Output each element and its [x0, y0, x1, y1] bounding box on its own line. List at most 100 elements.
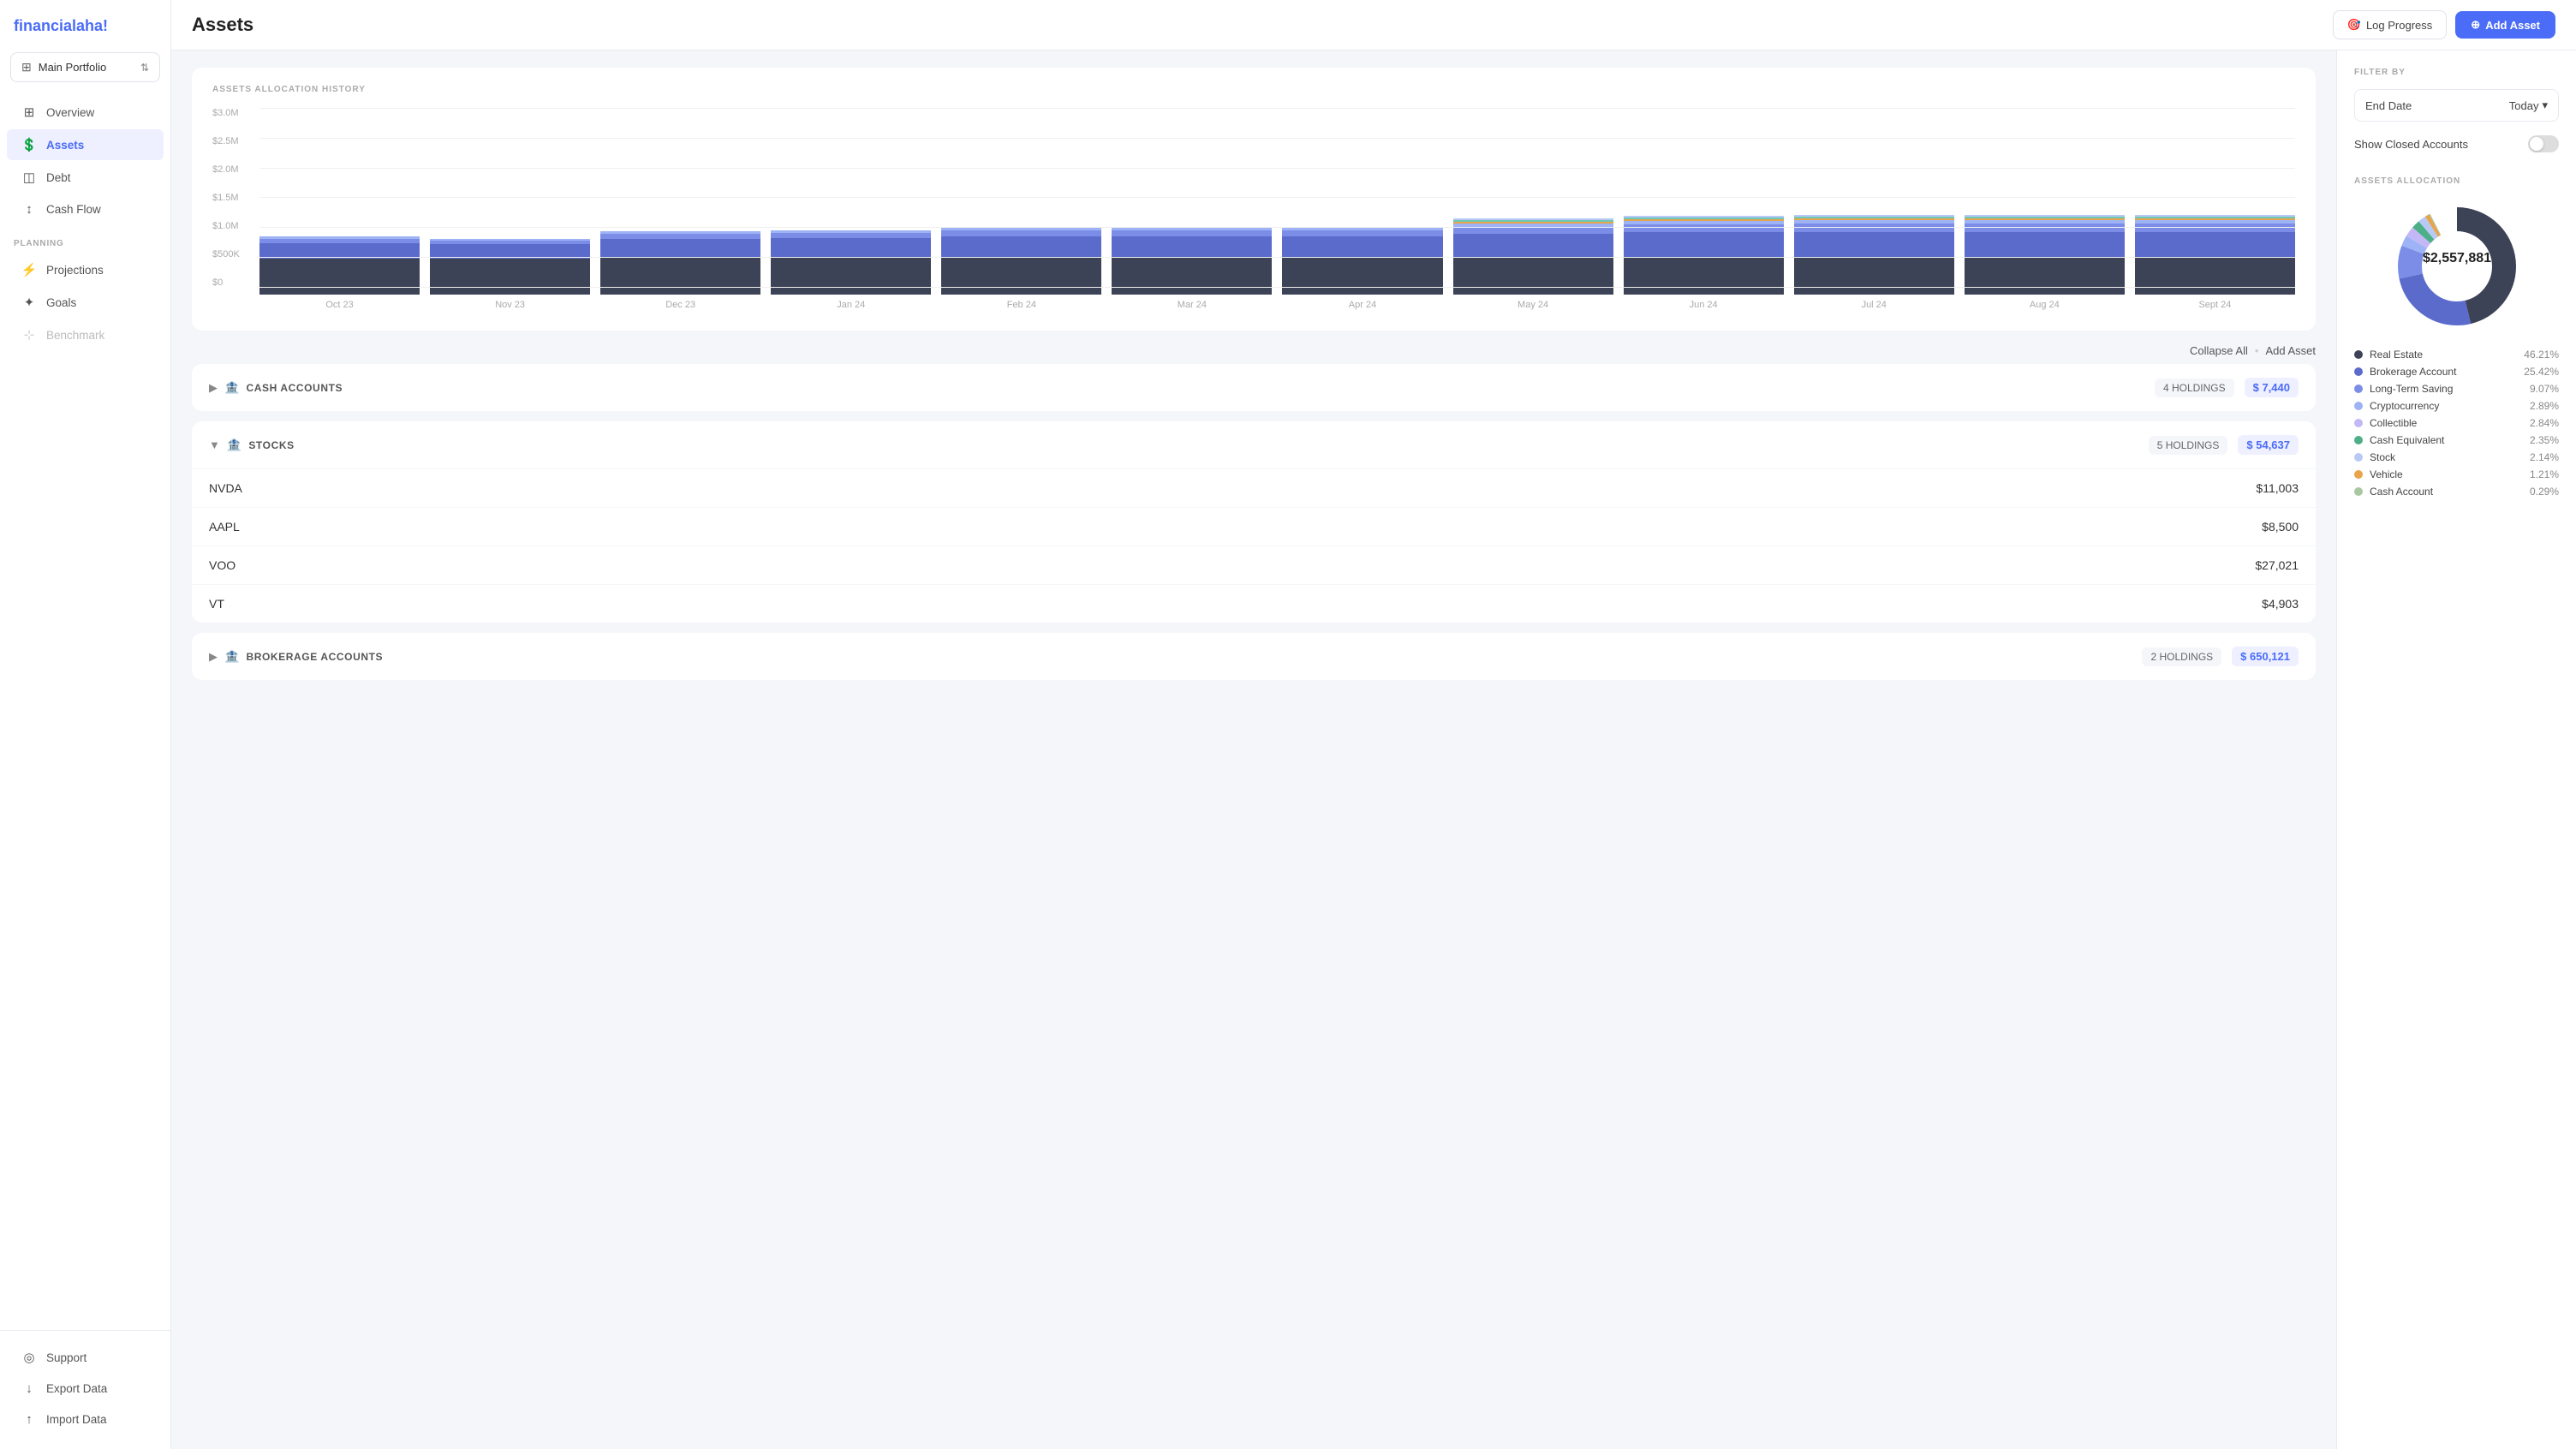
bar-segment	[2135, 232, 2295, 258]
sidebar-item-import[interactable]: ↑ Import Data	[7, 1404, 164, 1434]
bar-stack	[941, 123, 1101, 295]
y-label: $3.0M	[212, 108, 255, 118]
topbar: Assets 🎯 Log Progress ⊕ Add Asset	[171, 0, 2576, 51]
stock-name: NVDA	[209, 481, 2256, 495]
legend-item: Long-Term Saving 9.07%	[2354, 383, 2559, 395]
planning-section-label: PLANNING	[0, 225, 170, 253]
stock-value: $4,903	[2262, 597, 2299, 611]
bar-segment	[1794, 232, 1954, 258]
bar-segment	[1794, 224, 1954, 232]
bar-segment	[941, 236, 1101, 258]
category-header-brokerage[interactable]: ▶ 🏦 BROKERAGE ACCOUNTS 2 HOLDINGS $ 650,…	[192, 633, 2316, 680]
end-date-value[interactable]: Today ▾	[2509, 98, 2548, 112]
legend-pct: 0.29%	[2530, 486, 2559, 498]
bar-segment	[2135, 224, 2295, 232]
sidebar-item-overview[interactable]: ⊞ Overview	[7, 97, 164, 128]
sidebar-item-assets[interactable]: 💲 Assets	[7, 129, 164, 160]
add-asset-link[interactable]: Add Asset	[2265, 344, 2316, 357]
legend-name: Long-Term Saving	[2370, 383, 2523, 395]
benchmark-icon: ⊹	[21, 327, 38, 343]
main-content: ASSETS ALLOCATION HISTORY $3.0M $2.5M	[171, 51, 2336, 1449]
stock-row[interactable]: VT $4,903	[192, 584, 2316, 623]
category-icon: 🏦	[227, 438, 242, 452]
projections-icon: ⚡	[21, 262, 38, 277]
legend-dot	[2354, 436, 2363, 444]
topbar-actions: 🎯 Log Progress ⊕ Add Asset	[2333, 10, 2555, 39]
portfolio-name: Main Portfolio	[39, 61, 134, 74]
nav-label-assets: Assets	[46, 139, 84, 152]
bar-segment	[430, 259, 590, 295]
add-asset-button[interactable]: ⊕ Add Asset	[2455, 11, 2555, 39]
nav-label-import: Import Data	[46, 1413, 107, 1426]
legend-item: Cash Account 0.29%	[2354, 486, 2559, 498]
bars-area: Oct 23Nov 23Dec 23Jan 24Feb 24Mar 24Apr …	[259, 108, 2295, 313]
y-label: $2.0M	[212, 164, 255, 175]
legend: Real Estate 46.21% Brokerage Account 25.…	[2354, 349, 2559, 498]
stock-row[interactable]: AAPL $8,500	[192, 507, 2316, 546]
legend-pct: 2.35%	[2530, 434, 2559, 446]
show-closed-toggle[interactable]	[2528, 135, 2559, 152]
stock-row[interactable]: NVDA $11,003	[192, 468, 2316, 507]
stock-row[interactable]: VOO $27,021	[192, 546, 2316, 584]
allocation-title: ASSETS ALLOCATION	[2354, 176, 2559, 186]
legend-pct: 46.21%	[2524, 349, 2559, 361]
sidebar-item-cashflow[interactable]: ↕ Cash Flow	[7, 194, 164, 224]
category-name: STOCKS	[248, 439, 2148, 451]
add-icon: ⊕	[2471, 18, 2480, 32]
bar-segment	[1453, 234, 1613, 258]
legend-name: Cash Equivalent	[2370, 434, 2523, 446]
toggle-knob	[2530, 137, 2543, 151]
bar-label: Feb 24	[1007, 300, 1036, 310]
sidebar-item-support[interactable]: ◎ Support	[7, 1342, 164, 1373]
category-name: CASH ACCOUNTS	[246, 382, 2155, 394]
asset-category-stocks: ▼ 🏦 STOCKS 5 HOLDINGS $ 54,637 NVDA $11,…	[192, 421, 2316, 623]
sidebar-item-goals[interactable]: ✦ Goals	[7, 287, 164, 318]
bar-segment	[1282, 230, 1442, 236]
chart-y-labels: $3.0M $2.5M $2.0M $1.5M $1.0M $500K $0	[212, 108, 255, 288]
category-header-cash[interactable]: ▶ 🏦 CASH ACCOUNTS 4 HOLDINGS $ 7,440	[192, 364, 2316, 411]
end-date-label: End Date	[2365, 99, 2412, 112]
assets-toolbar: Collapse All • Add Asset	[192, 344, 2316, 357]
sidebar-item-debt[interactable]: ◫ Debt	[7, 162, 164, 193]
sidebar-bottom: ◎ Support ↓ Export Data ↑ Import Data	[0, 1330, 170, 1435]
end-date-filter[interactable]: End Date Today ▾	[2354, 89, 2559, 122]
nav-label-goals: Goals	[46, 296, 76, 309]
bar-segment	[1965, 224, 2125, 232]
log-progress-button[interactable]: 🎯 Log Progress	[2333, 10, 2448, 39]
donut-svg: $2,557,881	[2388, 198, 2525, 335]
portfolio-selector[interactable]: ⊞ Main Portfolio ⇅	[10, 52, 160, 82]
bar-group: Oct 23	[259, 123, 420, 310]
category-icon: 🏦	[224, 380, 239, 395]
bar-stack	[771, 123, 931, 295]
show-closed-filter[interactable]: Show Closed Accounts	[2354, 128, 2559, 159]
bar-label: Sept 24	[2198, 300, 2231, 310]
y-label: $1.5M	[212, 193, 255, 203]
bar-group: Jan 24	[771, 123, 931, 310]
legend-pct: 2.14%	[2530, 451, 2559, 463]
bar-group: Aug 24	[1965, 123, 2125, 310]
bar-group: Sept 24	[2135, 123, 2295, 310]
sidebar-item-export[interactable]: ↓ Export Data	[7, 1374, 164, 1404]
category-header-stocks[interactable]: ▼ 🏦 STOCKS 5 HOLDINGS $ 54,637	[192, 421, 2316, 468]
bar-segment	[1794, 258, 1954, 295]
legend-name: Collectible	[2370, 417, 2523, 429]
bar-label: Jul 24	[1862, 300, 1887, 310]
collapse-all-button[interactable]: Collapse All	[2190, 344, 2248, 357]
stock-name: VOO	[209, 558, 2255, 572]
sidebar-item-projections[interactable]: ⚡ Projections	[7, 254, 164, 285]
category-value: $ 650,121	[2232, 647, 2299, 666]
bar-segment	[941, 258, 1101, 295]
bar-segment	[259, 259, 420, 295]
legend-pct: 25.42%	[2524, 366, 2559, 378]
bar-segment	[941, 230, 1101, 236]
y-label: $1.0M	[212, 221, 255, 231]
category-value: $ 54,637	[2238, 435, 2299, 455]
add-asset-label: Add Asset	[2485, 19, 2540, 32]
nav-label-projections: Projections	[46, 264, 104, 277]
category-value: $ 7,440	[2245, 378, 2299, 397]
bar-segment	[1965, 258, 2125, 295]
sidebar-item-benchmark: ⊹ Benchmark	[7, 319, 164, 350]
bar-group: Mar 24	[1112, 123, 1272, 310]
import-icon: ↑	[21, 1412, 38, 1427]
bar-segment	[1112, 258, 1272, 295]
